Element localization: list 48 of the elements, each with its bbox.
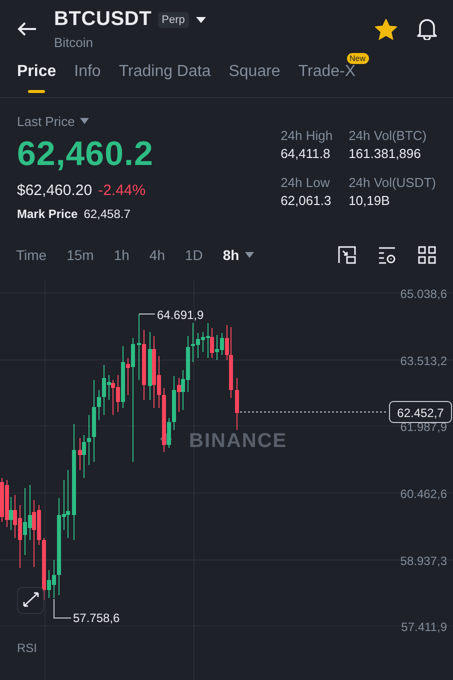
leader-line [54,598,72,619]
candle [235,378,239,430]
stat-value: 161.381,896 [348,146,422,161]
caret-icon[interactable] [194,16,207,24]
stat-value: 62,061.3 [280,192,332,208]
interval-tab[interactable]: 1h [114,246,130,263]
interval-tab[interactable]: 8h [222,246,254,263]
back-arrow-icon[interactable] [17,21,37,38]
grid-layout-icon[interactable] [418,246,436,264]
tab[interactable]: Square [228,58,280,97]
mark-price-label: Mark Price [17,206,78,221]
stat-label: 24h Vol(USDT) [348,174,436,190]
price-axis-label: 65.038,6 [400,287,447,302]
contract-badge: Perp [158,12,189,28]
stat-label: 24h Vol(BTC) [348,128,428,143]
indicator-settings-icon[interactable] [378,246,396,264]
price-change: -2.44% [98,182,146,199]
leader-line [138,314,156,315]
tab[interactable]: Trading Data [118,58,211,97]
asset-name: Bitcoin [54,35,94,50]
mark-price: 62,458.7 [84,206,130,221]
star-icon[interactable] [375,18,397,40]
interval-tab[interactable]: 15m [66,246,94,263]
price-type-label[interactable]: Last Price [17,114,75,129]
interval-tab[interactable]: 1D [184,246,203,263]
stat-label: 24h High [280,128,334,143]
interval-tab[interactable]: Time [16,246,47,263]
price-axis-label: 57.411,9 [401,620,447,634]
expand-icon[interactable] [17,587,44,614]
high-price-label: 64.691,9 [157,308,204,322]
price-axis-label: 63.513,2 [400,354,447,368]
current-price-tag: 62.452,7 [389,401,452,424]
tab[interactable]: Price [17,58,56,97]
stat-label: 24h Low [280,174,331,190]
indicator-label: RSI [17,641,38,656]
bell-icon[interactable] [417,18,437,40]
symbol-title: BTCUSDT [54,8,152,32]
low-price-label: 57.758,6 [73,611,120,626]
stat-value: 10,19B [348,192,391,208]
price-axis-label: 60.462,6 [400,487,447,502]
usd-price: $62,460.20 [17,182,92,199]
tab[interactable]: Info [74,58,101,97]
price-axis-label: 58.937,3 [400,554,447,568]
new-badge: New [346,52,369,64]
stat-value: 64,411.8 [280,146,332,161]
resize-icon[interactable] [338,246,356,264]
last-price: 62,460.2 [17,134,154,174]
interval-tab[interactable]: 4h [149,246,165,263]
